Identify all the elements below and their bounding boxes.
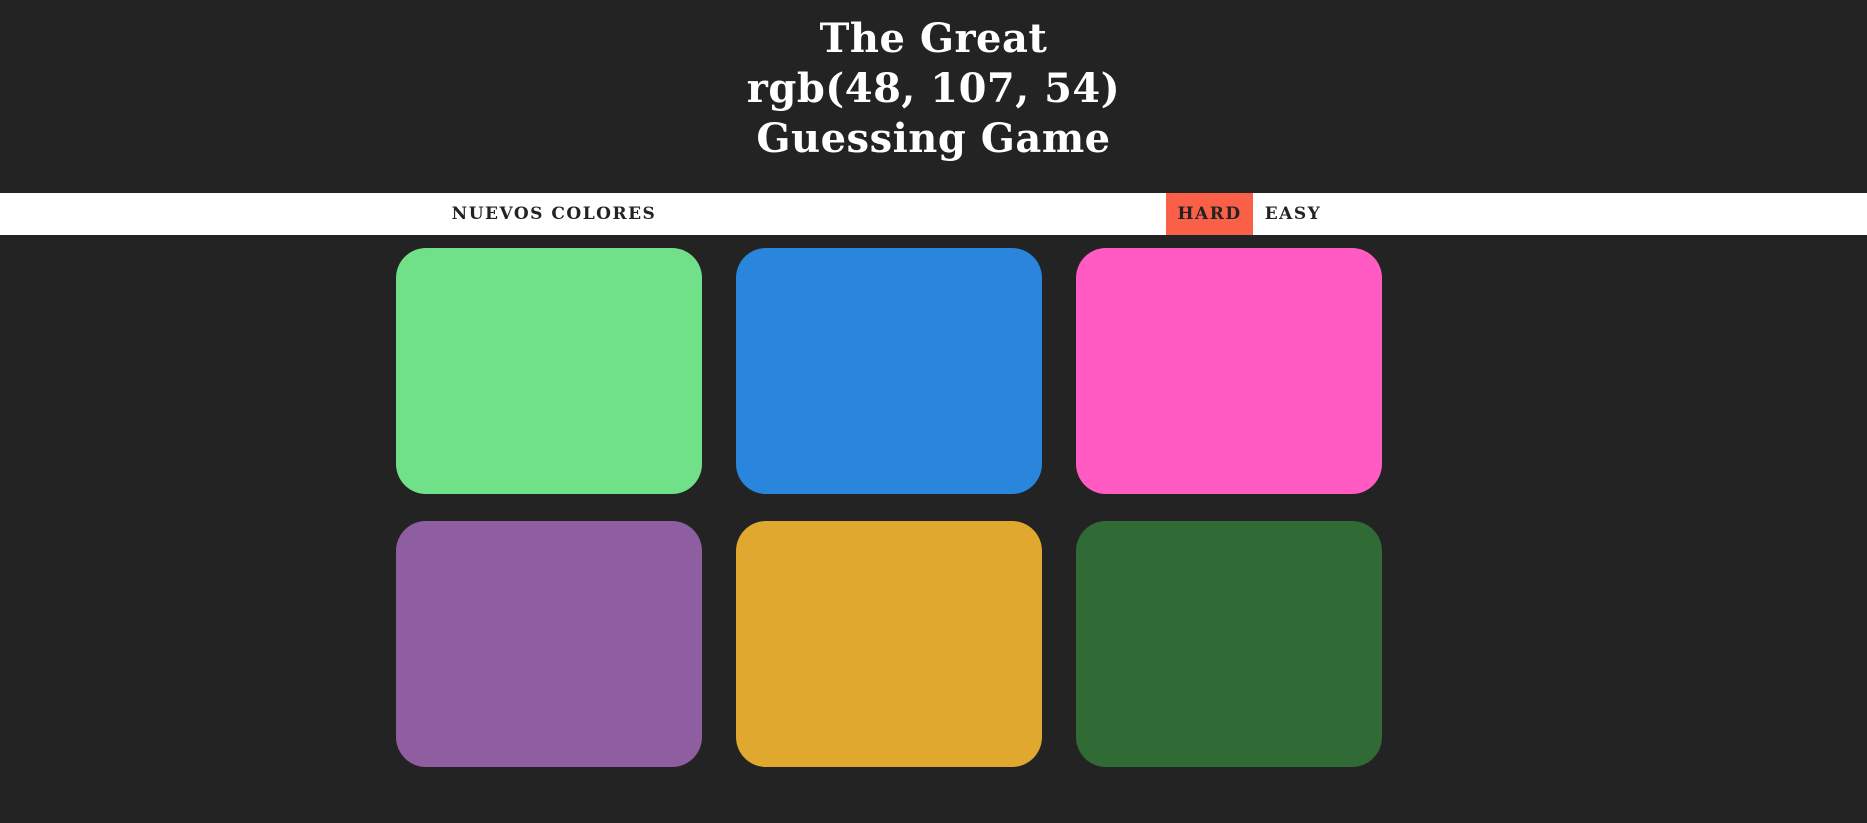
easy-mode-button[interactable]: EASY [1253,193,1333,235]
hard-mode-button[interactable]: HARD [1166,193,1253,235]
target-color-display: rgb(48, 107, 54) [746,65,1121,112]
color-square-6[interactable] [1076,521,1382,767]
color-square-2[interactable] [736,248,1042,494]
color-square-4[interactable] [396,521,702,767]
color-squares-grid [396,248,1382,768]
new-colors-button[interactable]: NUEVOS COLORES [440,193,668,235]
title-line-3: Guessing Game [756,115,1111,162]
color-square-3[interactable] [1076,248,1382,494]
header: The Great rgb(48, 107, 54) Guessing Game [0,0,1867,193]
control-stripe: NUEVOS COLORES HARD EASY [0,193,1867,235]
color-square-5[interactable] [736,521,1042,767]
title-line-1: The Great [819,15,1048,62]
color-square-1[interactable] [396,248,702,494]
page-title: The Great rgb(48, 107, 54) Guessing Game [0,14,1867,164]
